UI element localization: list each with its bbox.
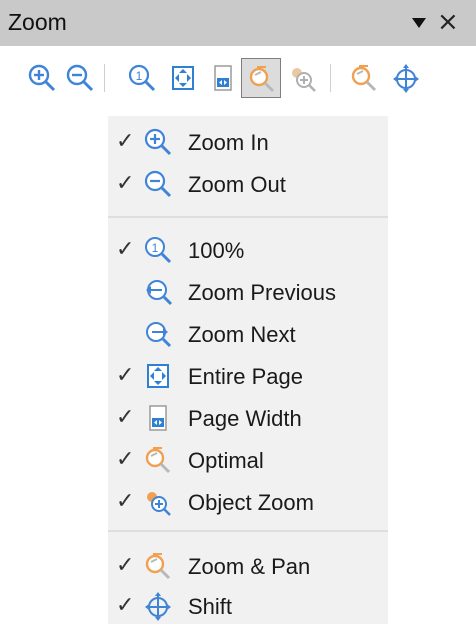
zoom-in-icon (28, 64, 56, 92)
menu-item-page-width[interactable]: ✓ Page Width (108, 398, 388, 438)
menu-item-label: Entire Page (188, 364, 303, 389)
toolbar-shift-button[interactable] (386, 58, 426, 98)
toolbar-customize-menu: ✓ Zoom In ✓ Zoom Out ✓ 1 100% Zoom Previ… (108, 116, 388, 624)
toolbar-zoom-in-button[interactable] (22, 58, 62, 98)
menu-item-label: Optimal (188, 448, 264, 473)
page-width-icon (142, 402, 174, 434)
toolbar-zoom-pan-button[interactable] (344, 58, 384, 98)
menu-item-zoom-next[interactable]: Zoom Next (108, 314, 388, 354)
menu-item-label: Zoom Previous (188, 280, 336, 305)
menu-item-zoom-out[interactable]: ✓ Zoom Out (108, 164, 388, 204)
panel-titlebar: Zoom × (0, 0, 476, 46)
svg-text:1: 1 (152, 241, 159, 255)
shift-icon (393, 64, 419, 93)
check-icon: ✓ (116, 489, 135, 514)
zoom-out-icon (142, 168, 174, 200)
menu-separator (108, 216, 388, 218)
entire-page-icon (172, 66, 194, 90)
menu-item-label: Zoom In (188, 130, 269, 155)
shift-icon (142, 590, 174, 622)
menu-item-zoom-previous[interactable]: Zoom Previous (108, 272, 388, 312)
zoom-in-icon (142, 126, 174, 158)
menu-item-label: Object Zoom (188, 490, 314, 515)
page-width-icon (214, 65, 232, 91)
toolbar-zoom-out-button[interactable] (60, 58, 100, 98)
menu-item-label: Page Width (188, 406, 302, 431)
menu-item-zoom-pan[interactable]: ✓ Zoom & Pan (108, 546, 388, 586)
check-icon: ✓ (116, 237, 135, 262)
toolbar-separator (330, 64, 331, 92)
toolbar-entire-page-button[interactable] (163, 58, 203, 98)
zoom-100-icon: 1 (128, 64, 156, 92)
menu-item-label: Zoom Next (188, 322, 296, 347)
entire-page-icon (142, 360, 174, 392)
toolbar-separator (104, 64, 105, 92)
check-icon: ✓ (116, 171, 135, 196)
check-icon: ✓ (116, 593, 135, 618)
check-icon: ✓ (116, 553, 135, 578)
check-icon: ✓ (116, 405, 135, 430)
zoom-pan-icon (142, 550, 174, 582)
menu-item-zoom-100[interactable]: ✓ 1 100% (108, 230, 388, 270)
close-icon[interactable]: × (437, 8, 459, 36)
zoom-100-icon: 1 (142, 234, 174, 266)
toolbar-optimal-button[interactable] (241, 58, 281, 98)
toolbar-object-zoom-button[interactable] (283, 58, 323, 98)
svg-text:1: 1 (136, 69, 143, 83)
menu-separator (108, 530, 388, 532)
zoom-pan-icon (351, 65, 377, 92)
menu-item-label: Zoom & Pan (188, 554, 311, 579)
zoom-out-icon (66, 64, 94, 92)
object-zoom-icon (142, 486, 174, 518)
optimal-zoom-icon (142, 444, 174, 476)
object-zoom-icon (292, 68, 316, 92)
menu-item-zoom-in[interactable]: ✓ Zoom In (108, 122, 388, 162)
zoom-previous-icon (142, 276, 174, 308)
zoom-toolbar: 1 (0, 46, 476, 110)
menu-item-label: Shift (188, 594, 233, 619)
check-icon: ✓ (116, 447, 135, 472)
optimal-zoom-icon (249, 66, 275, 93)
menu-item-label: 100% (188, 238, 245, 263)
menu-item-entire-page[interactable]: ✓ Entire Page (108, 356, 388, 396)
panel-title: Zoom (8, 9, 67, 35)
dropdown-arrow-icon[interactable] (412, 18, 426, 28)
check-icon: ✓ (116, 363, 135, 388)
menu-item-optimal[interactable]: ✓ Optimal (108, 440, 388, 480)
check-icon: ✓ (116, 129, 135, 154)
toolbar-zoom-100-button[interactable]: 1 (122, 58, 162, 98)
menu-item-object-zoom[interactable]: ✓ Object Zoom (108, 482, 388, 522)
menu-item-shift[interactable]: ✓ Shift (108, 586, 388, 626)
toolbar-page-width-button[interactable] (203, 58, 243, 98)
zoom-next-icon (142, 318, 174, 350)
menu-item-label: Zoom Out (188, 172, 286, 197)
